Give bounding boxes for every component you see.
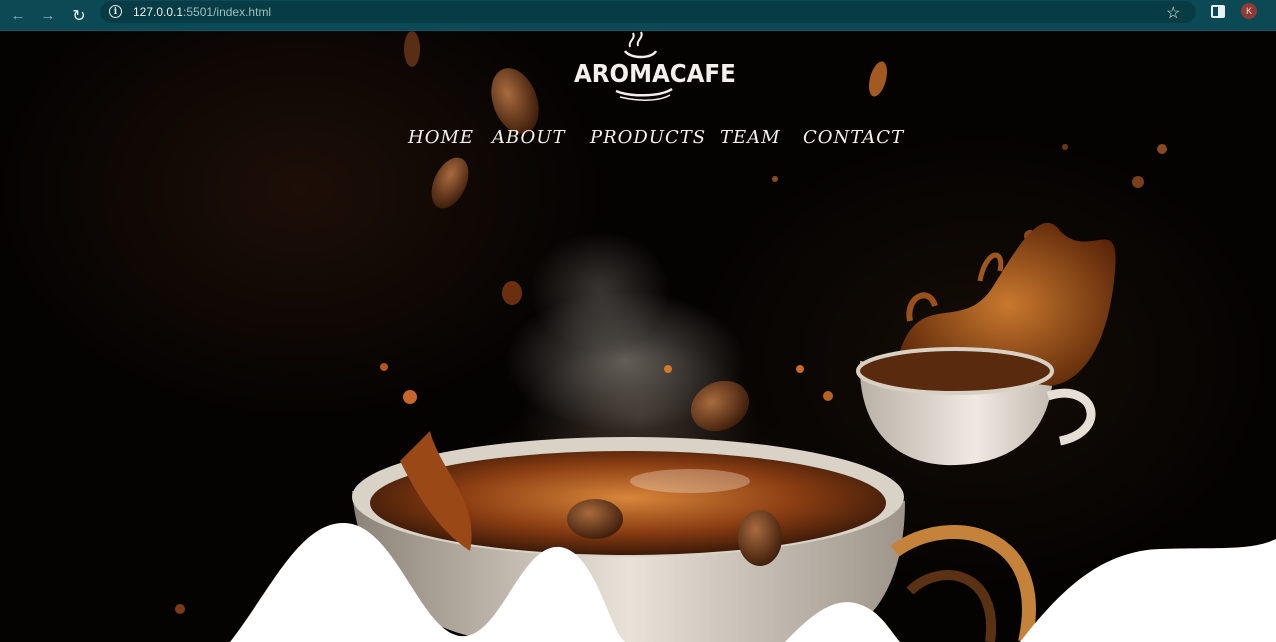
url-path: :5501/index.html bbox=[183, 5, 272, 19]
address-bar[interactable]: i 127.0.0.1:5501/index.html ☆ bbox=[100, 1, 1196, 23]
nav-home-link[interactable]: HOME bbox=[408, 127, 474, 148]
url-host: 127.0.0.1 bbox=[133, 5, 184, 19]
back-arrow-icon[interactable]: ← bbox=[3, 0, 33, 31]
hero-section: AROMACAFE HOME ABOUT PRODUCTS TEAM CONTA… bbox=[0, 31, 1276, 642]
nav-about-link[interactable]: ABOUT bbox=[492, 127, 566, 148]
side-panel-icon[interactable] bbox=[1211, 5, 1225, 18]
bookmark-star-icon[interactable]: ☆ bbox=[1166, 3, 1180, 23]
forward-arrow-icon[interactable]: → bbox=[33, 0, 63, 31]
reload-icon[interactable]: ↻ bbox=[64, 0, 94, 31]
main-navigation: HOME ABOUT PRODUCTS TEAM CONTACT bbox=[0, 127, 1276, 153]
hero-background-image bbox=[175, 31, 1276, 642]
nav-team-link[interactable]: TEAM bbox=[720, 127, 781, 148]
site-info-icon[interactable]: i bbox=[109, 5, 122, 18]
browser-toolbar: ← → ↻ i 127.0.0.1:5501/index.html ☆ K bbox=[0, 0, 1276, 31]
site-logo-text[interactable]: AROMACAFE bbox=[574, 59, 736, 88]
url-text[interactable]: 127.0.0.1:5501/index.html bbox=[133, 5, 271, 19]
nav-contact-link[interactable]: CONTACT bbox=[803, 127, 904, 148]
nav-products-link[interactable]: PRODUCTS bbox=[590, 127, 706, 148]
profile-avatar[interactable]: K bbox=[1241, 3, 1257, 19]
